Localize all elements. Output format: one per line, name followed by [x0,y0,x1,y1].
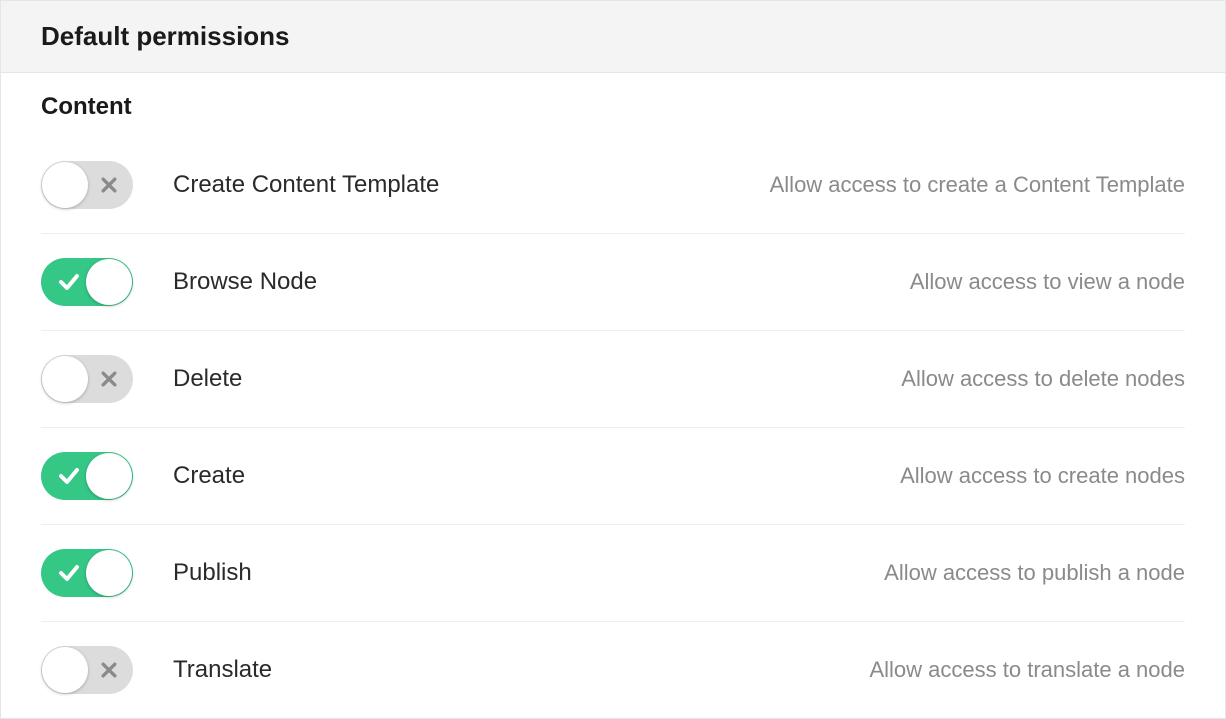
permission-label: Delete [173,365,901,393]
permission-description: Allow access to create a Content Templat… [770,172,1185,198]
permissions-list: Create Content TemplateAllow access to c… [41,137,1185,718]
permission-description: Allow access to publish a node [884,560,1185,586]
permission-description: Allow access to create nodes [900,463,1185,489]
permission-description: Allow access to view a node [910,269,1185,295]
toggle-knob [42,162,88,208]
toggle-knob [42,356,88,402]
x-icon [99,175,119,195]
permission-row: Browse NodeAllow access to view a node [41,234,1185,331]
toggle-knob [42,647,88,693]
section-title: Content [41,93,1185,121]
permissions-panel: Default permissions Content Create Conte… [0,0,1226,719]
permission-toggle[interactable] [41,355,133,403]
permission-toggle[interactable] [41,452,133,500]
panel-title: Default permissions [41,21,1185,52]
toggle-knob [86,453,132,499]
toggle-knob [86,259,132,305]
panel-body: Content Create Content TemplateAllow acc… [1,73,1225,718]
permission-row: Create Content TemplateAllow access to c… [41,137,1185,234]
permission-description: Allow access to delete nodes [901,366,1185,392]
permission-toggle[interactable] [41,549,133,597]
x-icon [99,369,119,389]
check-icon [57,464,81,488]
panel-header: Default permissions [1,1,1225,73]
permission-label: Publish [173,559,884,587]
permission-row: CreateAllow access to create nodes [41,428,1185,525]
permission-label: Create [173,462,900,490]
permission-toggle[interactable] [41,258,133,306]
permission-label: Create Content Template [173,171,770,199]
permission-row: DeleteAllow access to delete nodes [41,331,1185,428]
permission-label: Browse Node [173,268,910,296]
permission-row: PublishAllow access to publish a node [41,525,1185,622]
permission-toggle[interactable] [41,161,133,209]
check-icon [57,270,81,294]
toggle-knob [86,550,132,596]
check-icon [57,561,81,585]
permission-description: Allow access to translate a node [869,657,1185,683]
permission-row: TranslateAllow access to translate a nod… [41,622,1185,718]
permission-label: Translate [173,656,869,684]
x-icon [99,660,119,680]
